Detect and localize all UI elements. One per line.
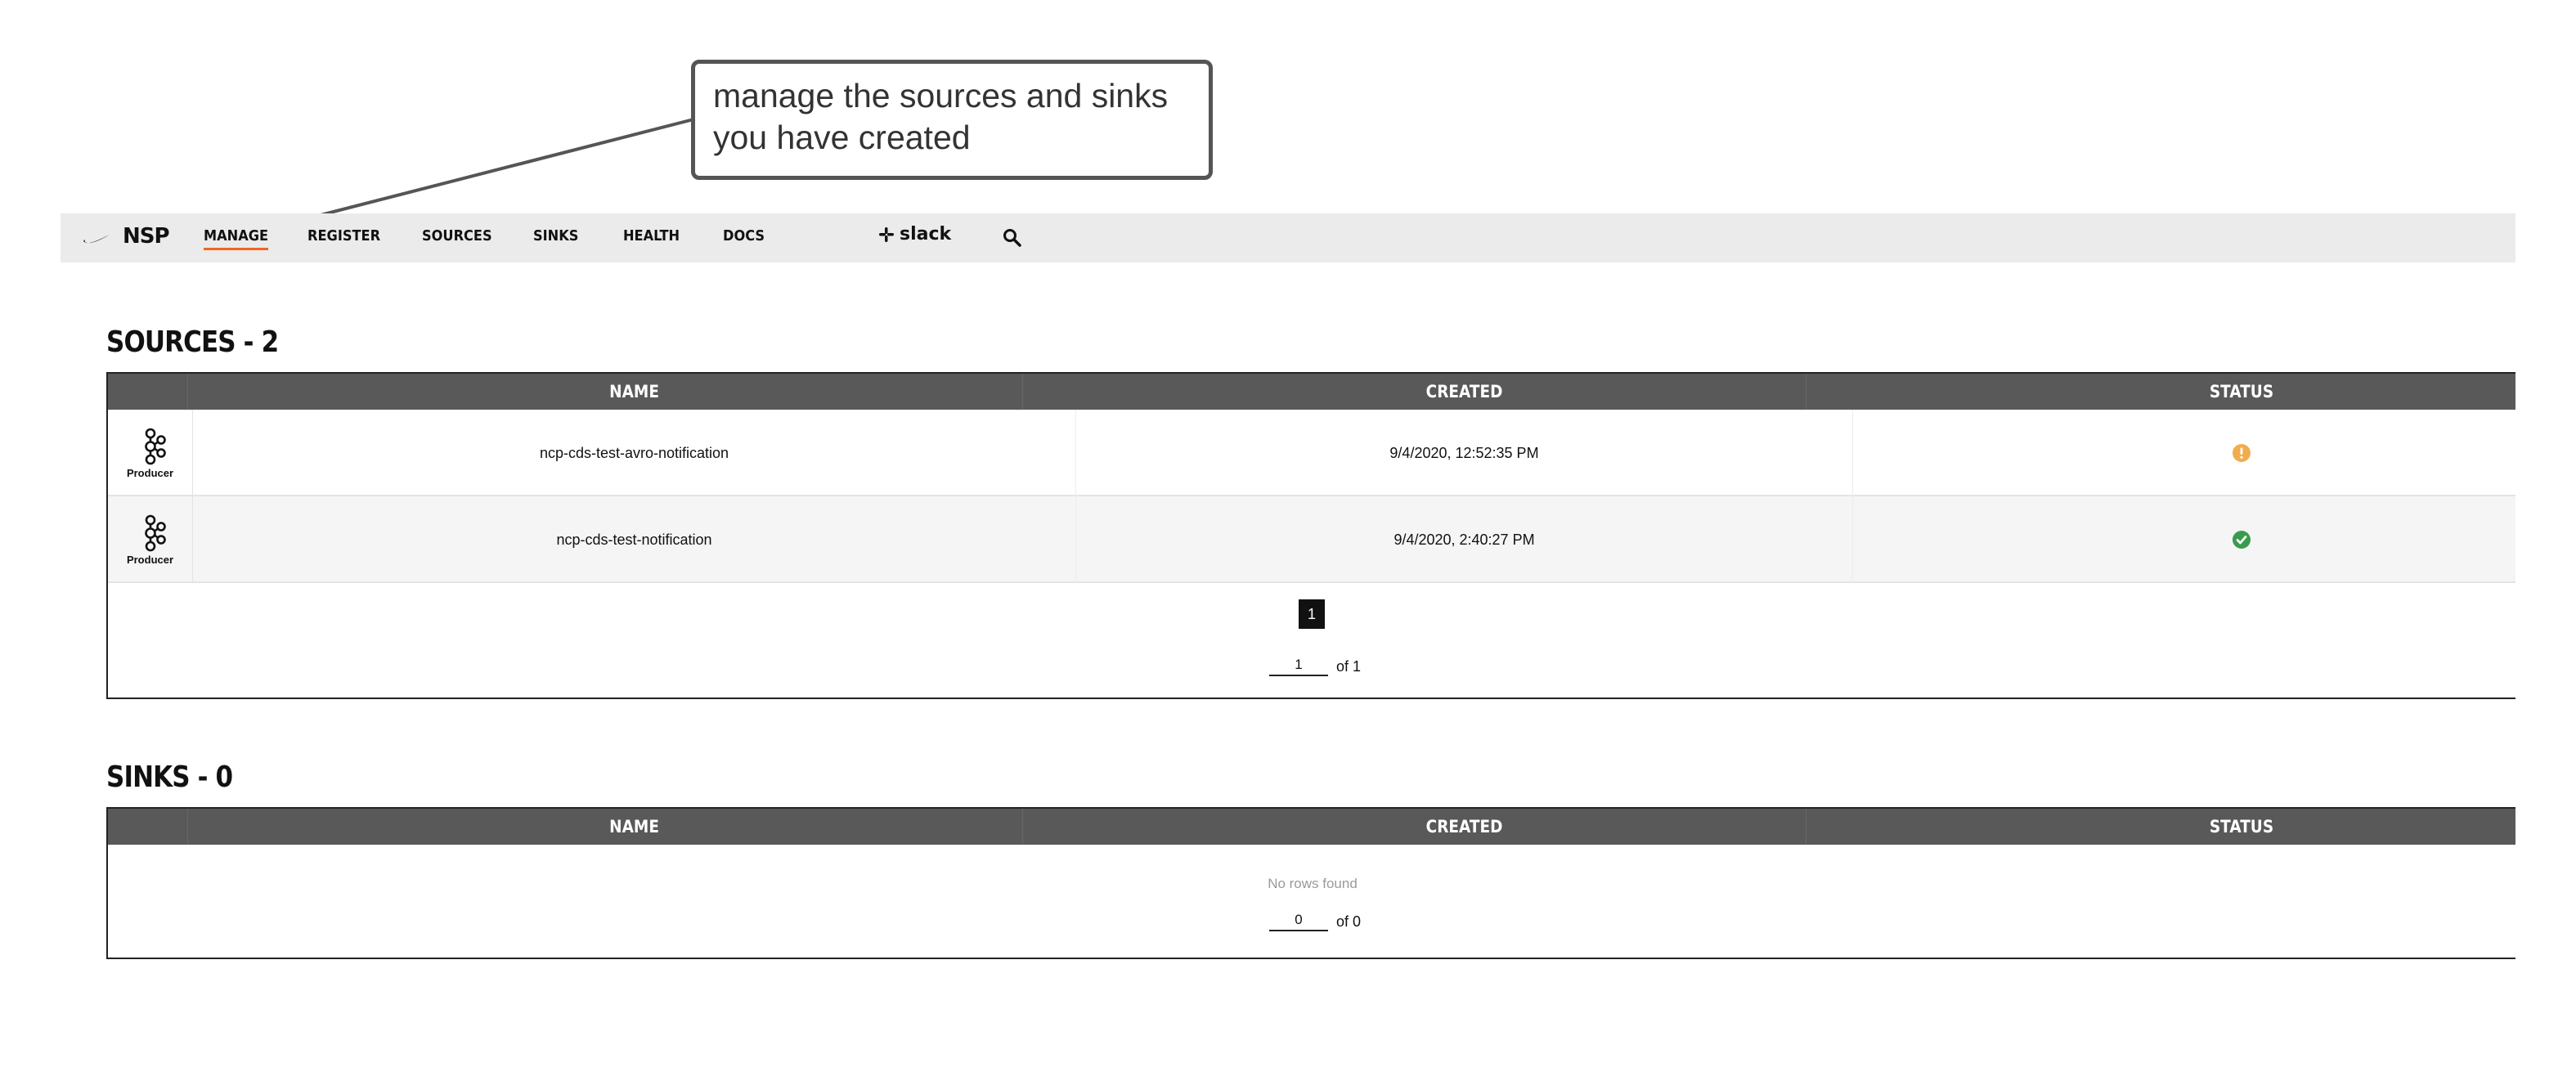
nav-item-health[interactable]: HEALTH bbox=[623, 227, 680, 244]
nav-item-sinks[interactable]: SINKS bbox=[533, 227, 578, 244]
slack-label: slack bbox=[900, 224, 952, 244]
page-number-input[interactable] bbox=[1269, 655, 1328, 676]
column-header-icon bbox=[113, 809, 188, 845]
nav-item-register[interactable]: REGISTER bbox=[307, 227, 380, 244]
table-row[interactable]: Producer ncp-cds-test-avro-notification … bbox=[108, 410, 2515, 496]
sinks-table-header: NAME CREATED STATUS bbox=[108, 809, 2515, 845]
column-header-created[interactable]: CREATED bbox=[1123, 809, 1806, 845]
table-row[interactable]: Producer ncp-cds-test-notification 9/4/2… bbox=[108, 496, 2515, 583]
page-number-input[interactable] bbox=[1269, 910, 1328, 931]
source-name[interactable]: ncp-cds-test-notification bbox=[193, 496, 1076, 583]
column-header-name[interactable]: NAME bbox=[246, 374, 1024, 410]
no-rows-text: No rows found bbox=[1268, 876, 1358, 891]
nav-item-sources[interactable]: SOURCES bbox=[422, 227, 492, 244]
nav-brand[interactable]: NSP bbox=[123, 224, 170, 249]
swoosh-logo-icon[interactable] bbox=[82, 228, 111, 248]
sinks-empty-state: No rows found of 0 bbox=[108, 845, 2515, 958]
nav-item-docs[interactable]: DOCS bbox=[723, 227, 765, 244]
callout-text: manage the sources and sinks you have cr… bbox=[713, 77, 1169, 156]
check-circle-icon bbox=[2233, 531, 2251, 549]
nav-item-manage[interactable]: MANAGE bbox=[204, 227, 269, 250]
kafka-producer-icon bbox=[144, 428, 166, 464]
column-header-status[interactable]: STATUS bbox=[1900, 809, 2576, 845]
callout-box: manage the sources and sinks you have cr… bbox=[691, 60, 1213, 180]
producer-type-cell: Producer bbox=[108, 496, 193, 583]
producer-label: Producer bbox=[126, 466, 174, 479]
sources-table: NAME CREATED STATUS Producer ncp-cds-tes… bbox=[106, 372, 2515, 699]
warning-icon bbox=[2233, 444, 2251, 462]
nav-item-slack[interactable]: slack bbox=[878, 224, 951, 244]
source-name[interactable]: ncp-cds-test-avro-notification bbox=[193, 410, 1076, 496]
column-header-status[interactable]: STATUS bbox=[1900, 374, 2576, 410]
top-nav: NSP MANAGE REGISTER SOURCES SINKS HEALTH… bbox=[61, 213, 2515, 262]
column-header-created[interactable]: CREATED bbox=[1123, 374, 1806, 410]
producer-label: Producer bbox=[126, 553, 174, 566]
source-status bbox=[1853, 496, 2576, 583]
sinks-table: NAME CREATED STATUS No rows found of 0 bbox=[106, 807, 2515, 959]
kafka-producer-icon bbox=[144, 514, 166, 551]
column-header-icon bbox=[113, 374, 188, 410]
source-created: 9/4/2020, 12:52:35 PM bbox=[1076, 410, 1853, 496]
sources-section-title: SOURCES - 2 bbox=[106, 325, 279, 359]
page-total-label: of 1 bbox=[1336, 658, 1362, 675]
source-created: 9/4/2020, 2:40:27 PM bbox=[1076, 496, 1853, 583]
slack-icon bbox=[879, 227, 894, 242]
sources-pagination: 1 of 1 bbox=[108, 583, 2515, 698]
page-button-1[interactable]: 1 bbox=[1299, 599, 1325, 629]
producer-type-cell: Producer bbox=[108, 410, 193, 496]
page-total-label: of 0 bbox=[1336, 913, 1362, 930]
sinks-section-title: SINKS - 0 bbox=[106, 760, 233, 794]
source-status bbox=[1853, 410, 2576, 496]
search-icon[interactable] bbox=[1001, 227, 1024, 249]
column-header-name[interactable]: NAME bbox=[246, 809, 1024, 845]
sources-table-header: NAME CREATED STATUS bbox=[108, 374, 2515, 410]
